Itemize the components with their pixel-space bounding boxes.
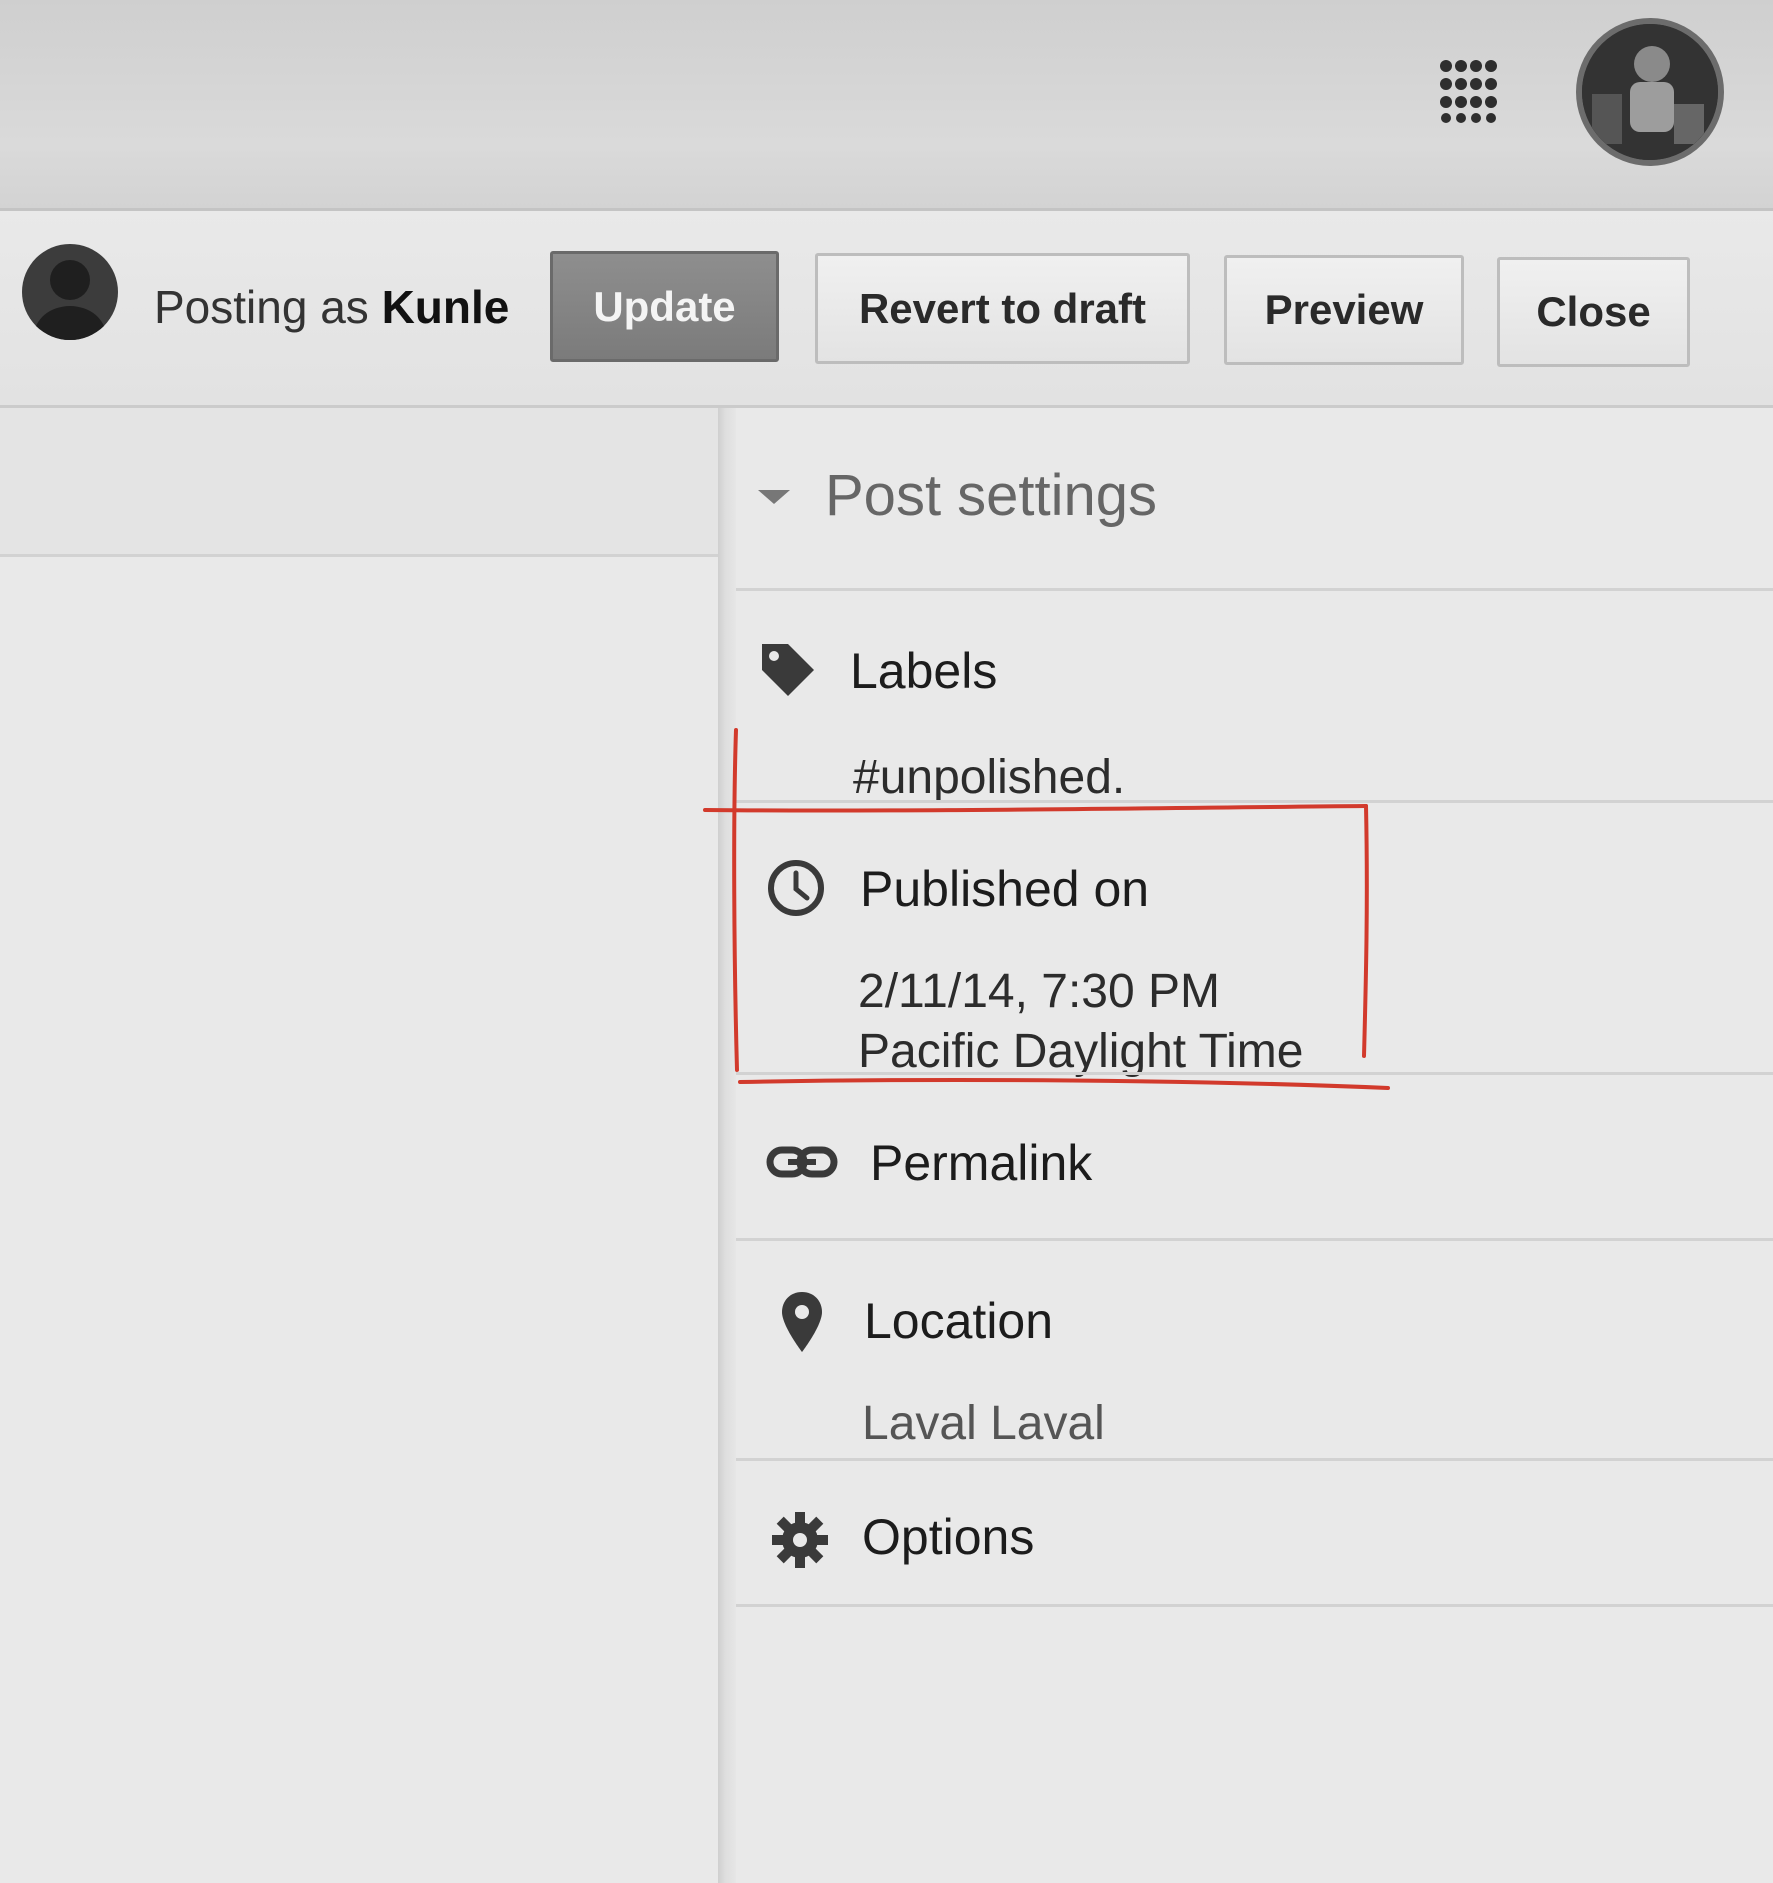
posting-as-text: Posting as Kunle — [154, 280, 509, 334]
pane-divider — [718, 408, 736, 1883]
separator — [736, 588, 1773, 591]
published-timezone: Pacific Daylight Time — [858, 1025, 1304, 1078]
apps-grid-icon[interactable] — [1438, 58, 1504, 124]
clock-icon — [768, 860, 824, 916]
user-name: Kunle — [381, 281, 510, 333]
top-bar — [0, 0, 1773, 211]
caret-down-icon[interactable] — [758, 490, 790, 504]
gear-icon — [772, 1512, 828, 1568]
account-photo — [1582, 24, 1718, 160]
separator — [736, 1072, 1773, 1075]
account-avatar[interactable] — [1576, 18, 1724, 166]
location-value: Laval Laval — [862, 1397, 1105, 1450]
link-icon — [766, 1146, 838, 1178]
revert-to-draft-button[interactable]: Revert to draft — [815, 253, 1190, 364]
separator — [736, 800, 1773, 803]
labels-label[interactable]: Labels — [850, 642, 997, 700]
user-silhouette-icon — [34, 260, 106, 340]
posting-prefix: Posting as — [154, 281, 369, 333]
separator — [736, 1238, 1773, 1241]
update-button[interactable]: Update — [550, 251, 779, 362]
location-label[interactable]: Location — [864, 1292, 1053, 1350]
post-settings-title[interactable]: Post settings — [825, 462, 1157, 529]
editor-area[interactable] — [0, 408, 718, 1883]
map-pin-icon — [782, 1292, 822, 1352]
published-on-label[interactable]: Published on — [860, 860, 1149, 918]
preview-button[interactable]: Preview — [1224, 255, 1464, 365]
labels-value: #unpolished. — [853, 751, 1126, 804]
user-avatar — [22, 244, 118, 340]
close-button[interactable]: Close — [1497, 257, 1690, 367]
options-label[interactable]: Options — [862, 1508, 1034, 1566]
label-tag-icon — [762, 644, 814, 696]
editor-title-band — [0, 408, 718, 557]
separator — [736, 1604, 1773, 1607]
separator — [736, 1458, 1773, 1461]
permalink-label[interactable]: Permalink — [870, 1134, 1092, 1192]
published-date: 2/11/14, 7:30 PM — [858, 965, 1221, 1018]
